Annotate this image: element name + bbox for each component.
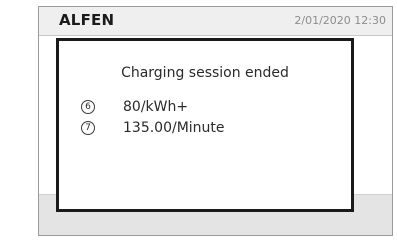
datetime-display: 2/01/2020 12:30 bbox=[294, 14, 386, 27]
energy-rate-value: 80/kWh+ bbox=[123, 99, 189, 115]
callout-badge-6: 6 bbox=[81, 100, 95, 114]
callout-badge-7: 7 bbox=[81, 121, 95, 135]
time-rate-value: 135.00/Minute bbox=[123, 120, 225, 136]
tariff-row: 6 80/kWh+ bbox=[81, 97, 188, 117]
session-ended-dialog: Charging session ended 6 80/kWh+ 7 135.0… bbox=[56, 38, 354, 212]
header-bar: ALFEN 2/01/2020 12:30 bbox=[39, 7, 392, 36]
tariff-row: 7 135.00/Minute bbox=[81, 118, 225, 138]
brand-logo: ALFEN bbox=[59, 11, 115, 29]
dialog-title: Charging session ended bbox=[121, 65, 289, 81]
